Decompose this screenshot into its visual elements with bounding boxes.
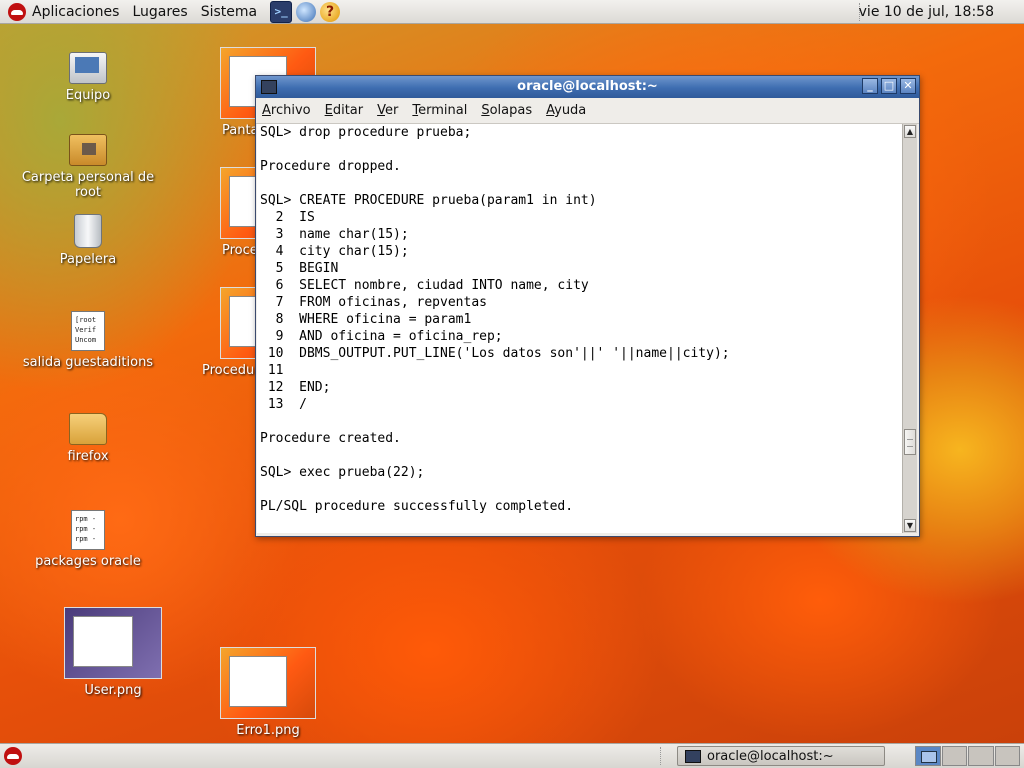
text-file-icon: rpm - rpm - rpm -	[71, 510, 105, 550]
desktop-icon-label: Erro1.png	[236, 723, 300, 738]
window-titlebar[interactable]: oracle@localhost:~ _ □ ✕	[256, 76, 919, 98]
terminal-line: 3 name char(15);	[260, 227, 409, 242]
file-preview-line: Verif	[75, 326, 97, 334]
desktop-icon-papelera[interactable]: Papelera	[48, 214, 128, 267]
desktop-icon-label: User.png	[84, 683, 142, 698]
workspace-4[interactable]	[994, 746, 1020, 766]
menu-lugares[interactable]: Lugares	[132, 4, 187, 20]
desktop-icon-label: Papelera	[59, 252, 117, 267]
terminal-line: 11	[260, 363, 284, 378]
taskbar-button-label: oracle@localhost:~	[707, 748, 834, 764]
show-desktop-icon[interactable]	[4, 747, 22, 765]
terminal-line: PL/SQL procedure successfully completed.	[260, 499, 574, 514]
image-thumbnail	[220, 647, 316, 719]
menu-ayuda[interactable]: Ayuda	[546, 103, 586, 118]
minimize-button[interactable]: _	[862, 78, 878, 94]
terminal-line: 9 AND oficina = oficina_rep;	[260, 329, 503, 344]
terminal-line: 5 BEGIN	[260, 261, 339, 276]
desktop-icon-label: Equipo	[65, 88, 111, 103]
terminal-line: 6 SELECT nombre, ciudad INTO name, city	[260, 278, 589, 293]
menu-terminal[interactable]: Terminal	[412, 103, 467, 118]
help-icon[interactable]: ?	[320, 1, 341, 22]
home-folder-icon	[69, 134, 107, 166]
terminal-line: Procedure created.	[260, 431, 401, 446]
redhat-logo-icon[interactable]	[8, 2, 26, 21]
taskbar-terminal-button[interactable]: oracle@localhost:~	[677, 746, 885, 766]
file-preview-line: [root	[75, 316, 97, 324]
terminal-line: SQL> drop procedure prueba;	[260, 125, 472, 140]
desktop-icon-label: salida guestaditions	[22, 355, 154, 370]
desktop-icon-firefox[interactable]: firefox	[48, 413, 128, 464]
terminal-line: Procedure dropped.	[260, 159, 401, 174]
terminal-line: SQL> exec prueba(22);	[260, 465, 425, 480]
terminal-line: 12 END;	[260, 380, 331, 395]
menu-solapas[interactable]: Solapas	[481, 103, 532, 118]
file-preview-line: rpm -	[75, 535, 97, 543]
file-preview-line: Uncom	[75, 336, 97, 344]
terminal-line: 10 DBMS_OUTPUT.PUT_LINE('Los datos son'|…	[260, 346, 730, 361]
window-title: oracle@localhost:~	[517, 79, 658, 94]
desktop-icon-salida[interactable]: [root Verif Uncom salida guestaditions	[18, 311, 158, 370]
menu-aplicaciones[interactable]: Aplicaciones	[32, 4, 119, 20]
top-panel: Aplicaciones Lugares Sistema >_ ? vie 10…	[0, 0, 1024, 24]
desktop-icon-label: Carpeta personal de	[21, 170, 155, 185]
workspace-3[interactable]	[968, 746, 994, 766]
menu-editar[interactable]: Editar	[325, 103, 364, 118]
trash-icon	[74, 214, 102, 248]
file-preview-line: rpm -	[75, 525, 97, 533]
scroll-up-icon[interactable]: ▲	[904, 125, 916, 138]
terminal-text-area[interactable]: SQL> drop procedure prueba; Procedure dro…	[257, 124, 902, 533]
desktop-icon-packages[interactable]: rpm - rpm - rpm - packages oracle	[28, 510, 148, 569]
clock[interactable]: vie 10 de jul, 18:58	[859, 4, 994, 20]
menu-sistema[interactable]: Sistema	[201, 4, 257, 20]
desktop-icon-label: packages oracle	[35, 554, 141, 569]
terminal-line: 7 FROM oficinas, repventas	[260, 295, 487, 310]
terminal-icon[interactable]: >_	[270, 0, 293, 23]
terminal-window[interactable]: oracle@localhost:~ _ □ ✕ Archivo Editar …	[255, 75, 920, 537]
file-preview-line: rpm -	[75, 515, 97, 523]
menu-archivo[interactable]: Archivo	[262, 103, 311, 118]
vertical-scrollbar[interactable]: ▲ ▼	[902, 124, 917, 533]
text-file-icon: [root Verif Uncom	[71, 311, 105, 351]
close-button[interactable]: ✕	[900, 78, 916, 94]
desktop-icon-equipo[interactable]: Equipo	[48, 52, 128, 103]
terminal-line: 8 WHERE oficina = param1	[260, 312, 472, 327]
desktop-icon-label: firefox	[67, 449, 109, 464]
desktop-icon-erro1-png[interactable]: Erro1.png	[220, 647, 316, 738]
terminal-window-icon	[685, 749, 701, 763]
desktop-icon-label: root	[74, 185, 102, 200]
window-menubar: Archivo Editar Ver Terminal Solapas Ayud…	[256, 98, 919, 124]
terminal-line: SQL> CREATE PROCEDURE prueba(param1 in i…	[260, 193, 597, 208]
window-controls: _ □ ✕	[859, 78, 916, 94]
desktop-icon-user-png[interactable]: User.png	[63, 607, 163, 698]
scroll-down-icon[interactable]: ▼	[904, 519, 916, 532]
panel-separator	[660, 747, 663, 765]
workspace-1[interactable]	[915, 746, 941, 766]
terminal-line: 2 IS	[260, 210, 315, 225]
workspace-2[interactable]	[941, 746, 967, 766]
workspace-switcher	[915, 746, 1021, 766]
terminal-line: 13 /	[260, 397, 307, 412]
terminal-line: 4 city char(15);	[260, 244, 409, 259]
scrollbar-thumb[interactable]	[904, 429, 916, 456]
desktop-icon-home[interactable]: Carpeta personal de root	[14, 134, 162, 200]
folder-icon	[69, 413, 107, 445]
image-thumbnail	[64, 607, 162, 679]
web-browser-icon[interactable]	[296, 1, 317, 22]
maximize-button[interactable]: □	[881, 78, 897, 94]
bottom-panel: oracle@localhost:~	[0, 743, 1024, 768]
menu-ver[interactable]: Ver	[377, 103, 398, 118]
computer-icon	[69, 52, 107, 84]
